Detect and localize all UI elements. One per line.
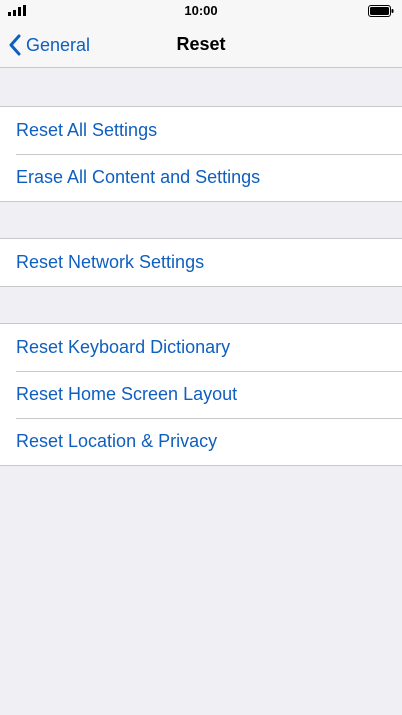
- erase-all-content-button[interactable]: Erase All Content and Settings: [0, 154, 402, 201]
- status-time: 10:00: [184, 3, 218, 18]
- reset-location-privacy-button[interactable]: Reset Location & Privacy: [0, 418, 402, 465]
- reset-group-other: Reset Keyboard Dictionary Reset Home Scr…: [0, 323, 402, 466]
- reset-network-settings-button[interactable]: Reset Network Settings: [0, 239, 402, 286]
- navigation-bar: General Reset: [0, 22, 402, 68]
- reset-all-settings-button[interactable]: Reset All Settings: [0, 107, 402, 154]
- reset-keyboard-dictionary-button[interactable]: Reset Keyboard Dictionary: [0, 324, 402, 371]
- reset-home-screen-layout-button[interactable]: Reset Home Screen Layout: [0, 371, 402, 418]
- reset-group-network: Reset Network Settings: [0, 238, 402, 287]
- reset-group-general: Reset All Settings Erase All Content and…: [0, 106, 402, 202]
- status-bar: 10:00: [0, 0, 402, 22]
- page-title: Reset: [176, 34, 226, 54]
- battery-icon: [368, 5, 394, 17]
